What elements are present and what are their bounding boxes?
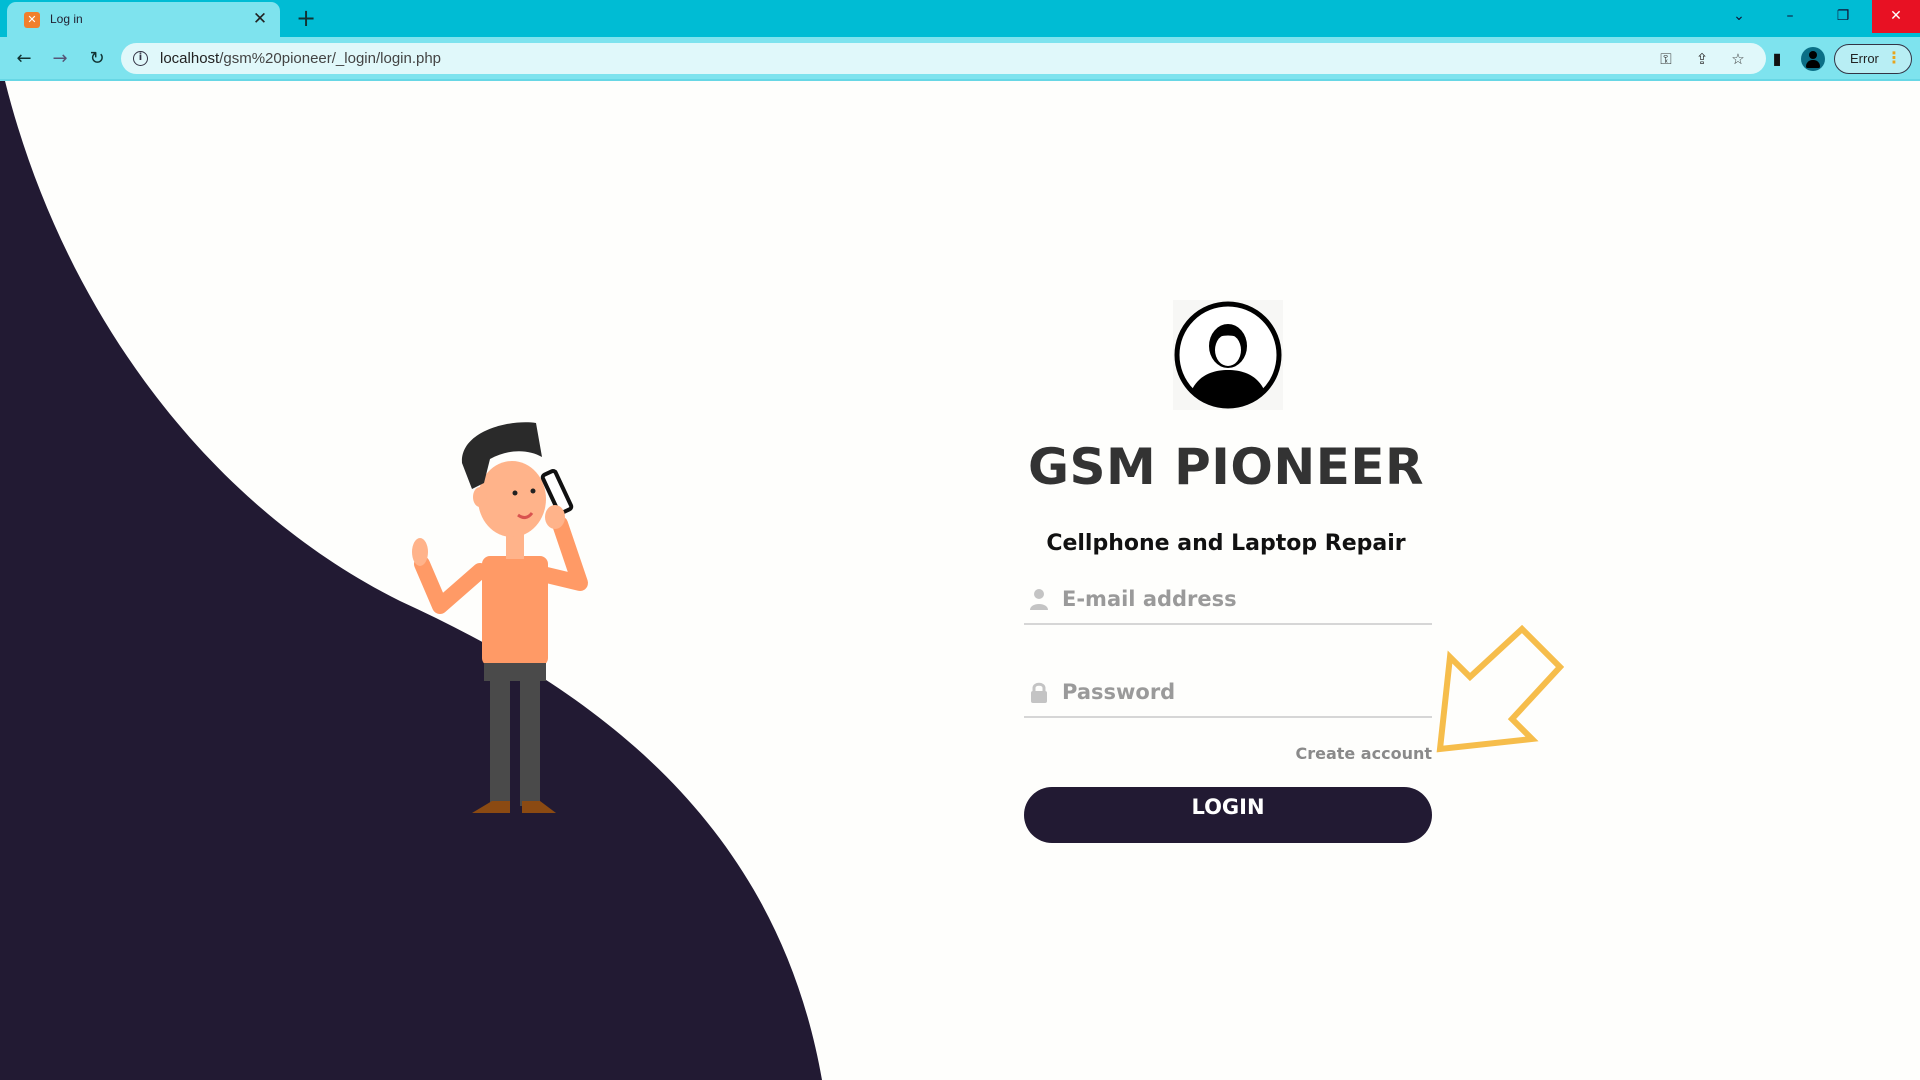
forward-arrow-icon[interactable]: → — [46, 45, 74, 73]
more-menu-icon[interactable]: ⋮ — [1886, 48, 1902, 67]
star-icon[interactable]: ☆ — [1727, 48, 1749, 70]
password-input[interactable] — [1062, 668, 1430, 716]
reload-icon[interactable]: ↻ — [83, 45, 111, 73]
profile-error-button[interactable]: Error ⋮ — [1834, 44, 1912, 74]
brand-title: GSM PIONEER — [1027, 438, 1425, 496]
profile-icon[interactable] — [1801, 47, 1825, 71]
tab-close-icon[interactable]: ✕ — [250, 9, 270, 29]
back-arrow-icon[interactable]: ← — [10, 45, 38, 73]
window-close-button[interactable]: ✕ — [1872, 0, 1920, 33]
new-tab-button[interactable]: + — [293, 6, 319, 32]
url-text[interactable]: localhost/gsm%20pioneer/_login/login.php — [160, 50, 441, 67]
xampp-icon: ✕ — [24, 12, 40, 28]
browser-tab-active[interactable]: ✕ Log in ✕ — [7, 2, 280, 37]
man-on-phone-illustration — [412, 422, 588, 813]
minimize-button[interactable]: – — [1767, 0, 1813, 33]
login-page: GSM PIONEER Cellphone and Laptop Repair … — [0, 81, 1920, 1080]
brand-tagline: Cellphone and Laptop Repair — [1046, 531, 1406, 556]
login-button[interactable]: LOGIN — [1024, 787, 1432, 843]
site-info-icon[interactable]: i — [133, 51, 148, 66]
email-field — [1024, 575, 1432, 625]
user-avatar-logo — [1173, 300, 1283, 410]
background-wave — [0, 81, 822, 1080]
password-field — [1024, 668, 1432, 718]
email-input[interactable] — [1062, 575, 1430, 623]
arrow-pointer-icon — [1436, 625, 1564, 753]
tab-title: Log in — [50, 12, 83, 26]
side-panel-icon[interactable]: ▮ — [1764, 46, 1790, 72]
key-icon[interactable]: ⚿ — [1655, 48, 1677, 70]
tab-search-chevron-icon[interactable]: ⌄ — [1716, 0, 1762, 33]
lock-icon — [1031, 682, 1047, 703]
share-icon[interactable]: ⇪ — [1691, 48, 1713, 70]
browser-tab-strip: ✕ Log in ✕ + ⌄ – ❐ ✕ — [0, 0, 1920, 37]
profile-error-label: Error — [1850, 51, 1879, 66]
restore-button[interactable]: ❐ — [1820, 0, 1866, 33]
address-bar[interactable]: i localhost/gsm%20pioneer/_login/login.p… — [121, 43, 1766, 74]
browser-toolbar: ← → ↻ i localhost/gsm%20pioneer/_login/l… — [0, 37, 1920, 80]
create-account-link[interactable]: Create account — [1232, 744, 1432, 763]
user-icon — [1030, 589, 1048, 610]
